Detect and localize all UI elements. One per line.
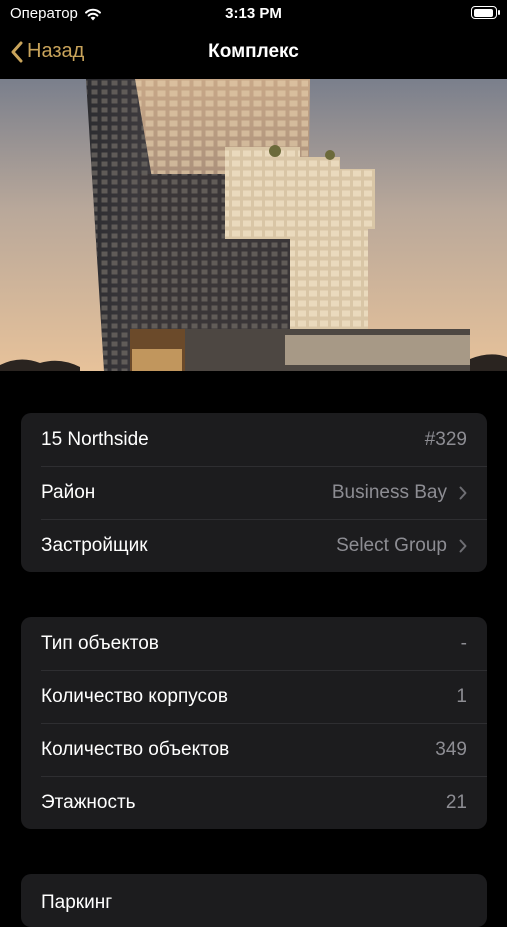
developer-label: Застройщик — [41, 534, 148, 556]
object-type-value: - — [460, 632, 467, 654]
objects-count-row: Количество объектов 349 — [21, 723, 487, 776]
district-row[interactable]: Район Business Bay — [21, 466, 487, 519]
buildings-count-label: Количество корпусов — [41, 685, 228, 707]
complex-name-row: 15 Northside #329 — [21, 413, 487, 466]
parking-row: Паркинг — [21, 874, 487, 927]
floors-row: Этажность 21 — [21, 776, 487, 829]
chevron-right-icon — [459, 539, 467, 553]
parking-label: Паркинг — [41, 891, 113, 913]
floors-value: 21 — [445, 791, 467, 813]
complex-info-section: 15 Northside #329 Район Business Bay Зас… — [21, 413, 487, 572]
objects-count-value: 349 — [435, 738, 467, 760]
navigation-bar: Назад Комплекс — [0, 28, 507, 78]
district-value: Business Bay — [331, 481, 447, 503]
buildings-count-row: Количество корпусов 1 — [21, 670, 487, 723]
object-type-label: Тип объектов — [41, 632, 159, 654]
page-title: Комплекс — [208, 41, 299, 62]
complex-name: 15 Northside — [41, 428, 149, 450]
complex-stats-section: Тип объектов - Количество корпусов 1 Кол… — [21, 617, 487, 829]
developer-row[interactable]: Застройщик Select Group — [21, 519, 487, 572]
developer-value: Select Group — [336, 534, 447, 556]
status-bar: Оператор 3:13 PM — [0, 0, 507, 28]
district-label: Район — [41, 481, 96, 503]
chevron-right-icon — [459, 486, 467, 500]
object-type-row: Тип объектов - — [21, 617, 487, 670]
status-time: 3:13 PM — [225, 5, 282, 22]
complex-hero-image — [0, 79, 507, 371]
battery-icon — [471, 6, 500, 19]
parking-section: Паркинг — [21, 874, 487, 927]
complex-id: #329 — [424, 428, 467, 450]
buildings-count-value: 1 — [456, 685, 467, 707]
objects-count-label: Количество объектов — [41, 738, 230, 760]
floors-label: Этажность — [41, 791, 136, 813]
